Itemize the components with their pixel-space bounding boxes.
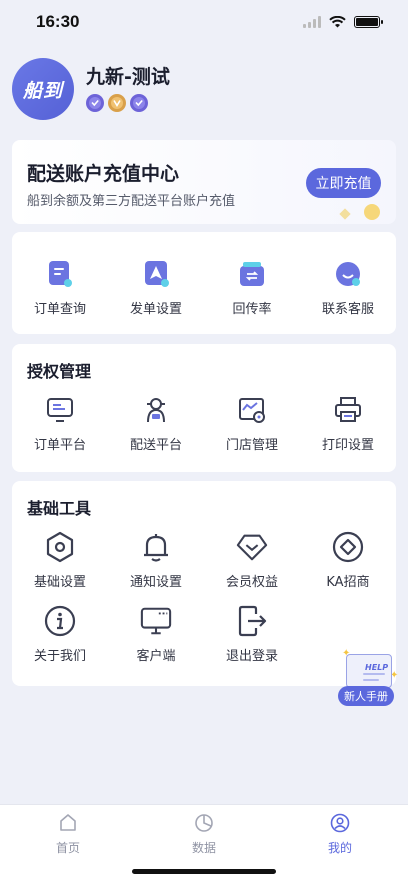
quick-action-dispatch-settings[interactable]: 发单设置: [108, 258, 204, 332]
recharge-card[interactable]: 配送账户充值中心 船到余额及第三方配送平台账户充值 立即充值: [12, 140, 396, 224]
recharge-title: 配送账户充值中心: [27, 163, 180, 185]
diamond-icon: [236, 531, 268, 563]
bell-icon: [140, 531, 172, 563]
tool-client-app[interactable]: 客户端: [108, 605, 204, 679]
quick-action-return-rate[interactable]: 回传率: [204, 258, 300, 332]
tool-ka-merchants[interactable]: KA招商: [300, 531, 396, 605]
return-rate-icon: [236, 258, 268, 290]
gold-badge-icon: [108, 94, 126, 112]
avatar[interactable]: 船到: [12, 58, 74, 120]
quick-action-label: 订单查询: [33, 302, 86, 317]
auth-management-card: 授权管理 订单平台 配送平台 门店管理 打印设置: [12, 344, 396, 472]
recharge-subtitle: 船到余额及第三方配送平台账户充值: [27, 194, 236, 209]
auth-grid: 订单平台 配送平台 门店管理 打印设置: [12, 394, 396, 468]
tool-notification-settings[interactable]: 通知设置: [108, 531, 204, 605]
tab-label: 首页: [55, 841, 80, 855]
auth-item-print-settings[interactable]: 打印设置: [300, 394, 396, 468]
tool-label: 退出登录: [225, 649, 278, 664]
store-icon: [236, 394, 268, 426]
help-paper-text: HELP: [365, 663, 389, 672]
tab-mine[interactable]: 我的: [290, 813, 390, 859]
auth-item-label: 配送平台: [129, 438, 182, 453]
dispatch-settings-icon: [140, 258, 172, 290]
tool-label: 会员权益: [225, 575, 278, 590]
desktop-icon: [140, 605, 172, 637]
auth-item-label: 打印设置: [321, 438, 374, 453]
auth-item-store-management[interactable]: 门店管理: [204, 394, 300, 468]
home-icon: [60, 814, 76, 831]
newcomer-manual-button[interactable]: ✦ ✦ HELP 新人手册: [336, 648, 398, 708]
tab-home[interactable]: 首页: [18, 813, 118, 859]
newcomer-manual-label: 新人手册: [338, 686, 394, 706]
info-icon: [44, 605, 76, 637]
auth-item-label: 门店管理: [225, 438, 278, 453]
battery-icon: [354, 16, 383, 28]
profile-header: 船到 九新-测试: [12, 58, 396, 122]
tool-basic-settings[interactable]: 基础设置: [12, 531, 108, 605]
courier-icon: [140, 394, 172, 426]
tool-label: 客户端: [136, 649, 176, 664]
hex-nut-icon: [44, 531, 76, 563]
status-bar: 16:30: [0, 0, 408, 44]
auth-item-delivery-platform[interactable]: 配送平台: [108, 394, 204, 468]
wifi-icon: [329, 16, 346, 28]
section-title: 基础工具: [27, 499, 92, 518]
coin-icon: [364, 204, 380, 220]
quick-actions-card: 订单查询 发单设置 回传率 联系客服: [12, 232, 396, 334]
quick-action-order-query[interactable]: 订单查询: [12, 258, 108, 332]
signal-icon: [303, 16, 321, 28]
tool-label: KA招商: [326, 575, 370, 590]
tool-about-us[interactable]: 关于我们: [12, 605, 108, 679]
tool-logout[interactable]: 退出登录: [204, 605, 300, 679]
user-badges: [86, 94, 148, 112]
tool-label: 通知设置: [129, 575, 182, 590]
quick-actions-grid: 订单查询 发单设置 回传率 联系客服: [12, 258, 396, 332]
tab-data[interactable]: 数据: [154, 813, 254, 859]
section-title: 授权管理: [27, 362, 92, 381]
verified-badge-icon: [130, 94, 148, 112]
verified-badge-icon: [86, 94, 104, 112]
monitor-icon: [44, 394, 76, 426]
tool-member-benefits[interactable]: 会员权益: [204, 531, 300, 605]
quick-action-label: 发单设置: [129, 302, 182, 317]
auth-item-order-platform[interactable]: 订单平台: [12, 394, 108, 468]
printer-icon: [332, 394, 364, 426]
status-time: 16:30: [36, 12, 80, 31]
quick-action-label: 回传率: [232, 302, 272, 317]
status-icons: [303, 16, 383, 28]
user-name: 九新-测试: [86, 66, 170, 88]
sparkle-icon: [339, 208, 351, 220]
tool-label: 关于我们: [33, 649, 86, 664]
tool-label: 基础设置: [33, 575, 86, 590]
customer-service-icon: [332, 258, 364, 290]
order-query-icon: [44, 258, 76, 290]
circle-diamond-icon: [332, 531, 364, 563]
recharge-button[interactable]: 立即充值: [306, 168, 381, 198]
quick-action-label: 联系客服: [321, 302, 374, 317]
logout-icon: [236, 605, 268, 637]
help-paper-icon: HELP: [346, 654, 392, 688]
profile-icon: [330, 813, 350, 833]
chart-icon: [195, 814, 213, 832]
tab-label: 数据: [191, 841, 216, 855]
home-indicator: [132, 869, 276, 874]
tab-label: 我的: [327, 841, 352, 855]
auth-item-label: 订单平台: [33, 438, 86, 453]
quick-action-customer-service[interactable]: 联系客服: [300, 258, 396, 332]
